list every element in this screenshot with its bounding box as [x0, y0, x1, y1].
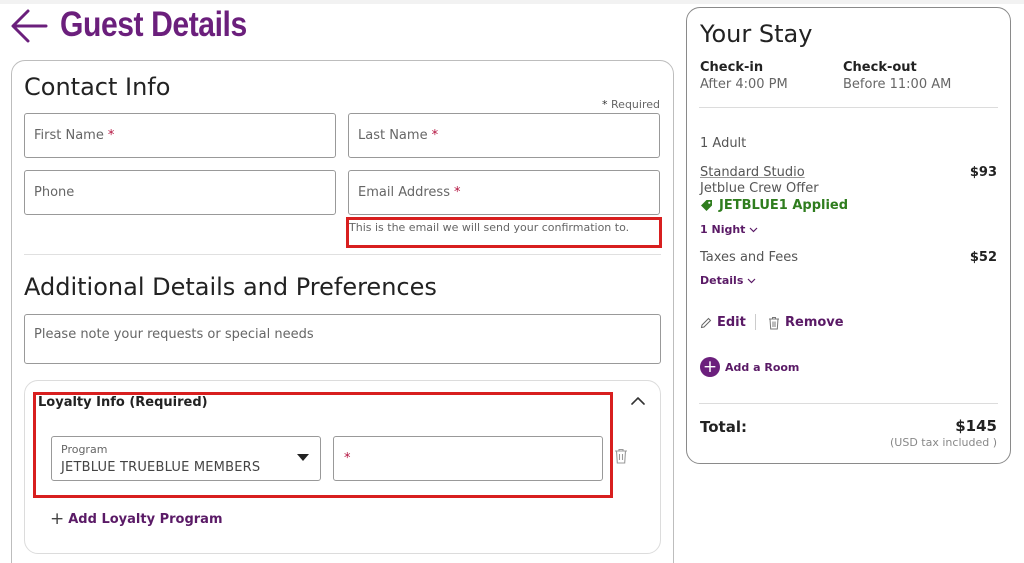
action-separator: [755, 314, 756, 330]
promo-applied: JETBLUE1 Applied: [700, 198, 848, 213]
chevron-down-icon: [750, 227, 758, 232]
chevron-up-icon[interactable]: [628, 393, 648, 409]
pencil-icon: [700, 317, 712, 328]
total-label: Total:: [700, 418, 747, 436]
top-bar: [0, 0, 1024, 4]
guest-form-card: Contact Info * Required First Name * Las…: [11, 60, 674, 563]
chevron-down-icon: [747, 278, 756, 283]
required-marker: *: [344, 451, 351, 466]
add-loyalty-program-button[interactable]: + Add Loyalty Program: [50, 511, 223, 528]
room-offer: Jetblue Crew Offer: [700, 181, 819, 196]
room-name: Standard Studio: [700, 165, 805, 180]
page-title: Guest Details: [60, 5, 247, 44]
nights-label: 1 Night: [700, 223, 746, 236]
required-star: *: [602, 98, 608, 111]
guest-count: 1 Adult: [700, 136, 747, 151]
required-marker: *: [431, 128, 439, 143]
add-room-button[interactable]: + Add a Room: [700, 357, 799, 377]
section-divider: [24, 254, 661, 255]
add-loyalty-label: Add Loyalty Program: [68, 512, 223, 527]
required-marker: *: [107, 128, 115, 143]
required-note-label: Required: [611, 98, 660, 111]
taxes-label: Taxes and Fees: [700, 250, 799, 265]
required-note: * Required: [602, 98, 660, 111]
details-label: Details: [700, 274, 744, 287]
remove-button[interactable]: Remove: [768, 315, 844, 330]
edit-button[interactable]: Edit: [700, 315, 746, 330]
tag-icon: [701, 200, 712, 211]
program-value: JETBLUE TRUEBLUE MEMBERS: [61, 460, 261, 475]
checkout-value: Before 11:00 AM: [843, 77, 952, 92]
back-arrow-icon[interactable]: [8, 6, 50, 46]
loyalty-panel: Loyalty Info (Required) Program JETBLUE …: [24, 380, 661, 554]
remove-label: Remove: [785, 315, 844, 330]
phone-label: Phone: [34, 185, 75, 200]
your-stay-card: Your Stay Check-in After 4:00 PM Check-o…: [686, 7, 1011, 464]
details-toggle[interactable]: Details: [700, 274, 756, 287]
total-value: $145: [955, 417, 997, 435]
last-name-label: Last Name: [358, 128, 428, 143]
taxes-price: $52: [969, 250, 997, 265]
additional-details-heading: Additional Details and Preferences: [24, 273, 437, 301]
stay-divider: [699, 403, 998, 404]
first-name-label: First Name: [34, 128, 104, 143]
email-hint: This is the email we will send your conf…: [349, 221, 630, 234]
checkin-label: Check-in: [700, 60, 764, 75]
checkout-label: Check-out: [843, 60, 917, 75]
stay-divider: [699, 107, 998, 108]
contact-info-heading: Contact Info: [24, 73, 171, 101]
last-name-field[interactable]: Last Name *: [348, 113, 660, 158]
checkin-value: After 4:00 PM: [700, 77, 788, 92]
room-price: $93: [969, 165, 997, 180]
plus-icon: +: [700, 357, 720, 377]
plus-icon: +: [50, 509, 65, 529]
loyalty-heading: Loyalty Info (Required): [38, 395, 208, 410]
program-select[interactable]: Program JETBLUE TRUEBLUE MEMBERS: [51, 436, 321, 481]
your-stay-heading: Your Stay: [700, 20, 813, 48]
first-name-field[interactable]: First Name *: [24, 113, 336, 158]
special-requests-field[interactable]: Please note your requests or special nee…: [24, 314, 661, 364]
required-marker: *: [453, 185, 461, 200]
email-label: Email Address: [358, 185, 450, 200]
phone-field[interactable]: Phone: [24, 170, 336, 215]
trash-icon: [769, 316, 779, 329]
trash-icon[interactable]: [614, 448, 628, 464]
nights-toggle[interactable]: 1 Night: [700, 223, 758, 236]
promo-label: JETBLUE1 Applied: [719, 198, 849, 213]
program-label: Program: [61, 443, 108, 456]
add-room-label: Add a Room: [725, 360, 800, 374]
edit-label: Edit: [717, 315, 746, 330]
member-number-field[interactable]: *: [333, 436, 603, 481]
email-field[interactable]: Email Address *: [348, 170, 660, 215]
tax-note: (USD tax included ): [890, 436, 997, 449]
dropdown-caret-icon: [297, 454, 309, 461]
